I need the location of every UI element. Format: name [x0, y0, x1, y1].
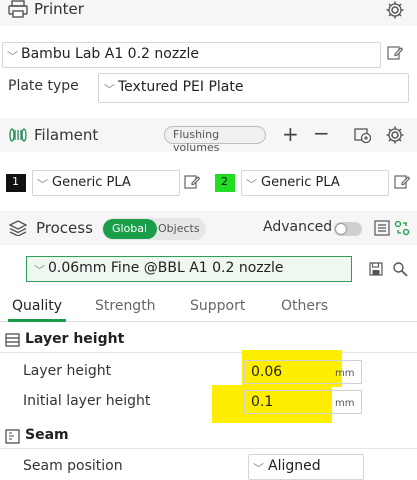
tab-support[interactable]: Support: [190, 298, 245, 314]
edit-icon[interactable]: [184, 174, 200, 190]
layer-height-value: 0.06: [251, 364, 283, 380]
filament-title: Filament: [34, 126, 99, 144]
toggle-global[interactable]: Global: [103, 219, 157, 239]
process-preset-select[interactable]: ﹀ 0.06mm Fine @BBL A1 0.2 nozzle: [26, 256, 352, 282]
layer-height-group-title: Layer height: [25, 331, 125, 347]
chevron-down-icon: ﹀: [37, 178, 48, 191]
chevron-down-icon: ﹀: [104, 83, 115, 96]
save-icon[interactable]: [369, 262, 383, 276]
filament-header: Filament Flushing volumes + −: [0, 118, 417, 154]
seam-group-title: Seam: [25, 427, 69, 443]
list-icon[interactable]: [374, 220, 390, 236]
printer-select-value: Bambu Lab A1 0.2 nozzle: [21, 46, 200, 62]
initial-layer-height-value: 0.1: [251, 394, 274, 410]
process-title: Process: [36, 219, 93, 237]
divider: [0, 352, 417, 353]
layer-height-input[interactable]: 0.06 mm: [244, 360, 362, 384]
process-tabs: Quality Strength Support Others: [0, 292, 417, 322]
printer-icon: [8, 0, 28, 18]
printer-title: Printer: [34, 0, 84, 18]
flushing-volumes-button[interactable]: Flushing volumes: [164, 126, 266, 154]
edit-icon[interactable]: [387, 45, 403, 61]
plate-type-select[interactable]: ﹀ Textured PEI Plate: [98, 73, 409, 103]
plate-type-value: Textured PEI Plate: [118, 79, 244, 95]
layer-height-unit: mm: [335, 368, 355, 379]
seam-position-select[interactable]: ﹀ Aligned: [248, 454, 364, 480]
process-preset-value: 0.06mm Fine @BBL A1 0.2 nozzle: [48, 260, 284, 276]
filament-icon: [9, 128, 27, 142]
tab-strength[interactable]: Strength: [95, 298, 156, 314]
edit-icon[interactable]: [394, 174, 410, 190]
filament-slot-1-swatch[interactable]: 1: [6, 174, 26, 192]
filament-slot-1-select[interactable]: ﹀ Generic PLA: [32, 170, 180, 196]
sync-icon[interactable]: [354, 126, 372, 144]
chevron-down-icon: ﹀: [7, 50, 18, 63]
filament-slot-2-swatch[interactable]: 2: [215, 174, 235, 192]
plate-type-label: Plate type: [8, 78, 79, 94]
gear-icon[interactable]: [385, 125, 405, 145]
process-icon: [9, 220, 27, 236]
compare-icon[interactable]: [394, 220, 410, 236]
initial-layer-height-label: Initial layer height: [23, 393, 151, 409]
filament-slot-2-select[interactable]: ﹀ Generic PLA: [241, 170, 389, 196]
search-icon[interactable]: [392, 261, 408, 277]
minus-icon[interactable]: −: [313, 121, 330, 145]
chevron-down-icon: ﹀: [34, 264, 45, 277]
process-header: Process Global Objects Advanced: [0, 211, 417, 245]
advanced-toggle-knob: [335, 223, 347, 235]
chevron-down-icon: ﹀: [253, 462, 264, 475]
filament-slot-2-index: 2: [221, 175, 228, 188]
flushing-volumes-label: Flushing volumes: [173, 128, 220, 154]
seam-icon: [5, 429, 20, 444]
printer-header: Printer: [0, 0, 417, 26]
tab-quality[interactable]: Quality: [12, 298, 62, 314]
filament-slot-1-index: 1: [12, 175, 19, 188]
global-objects-toggle[interactable]: Global Objects: [102, 218, 206, 240]
divider: [0, 448, 417, 449]
advanced-toggle[interactable]: [334, 222, 362, 236]
active-tab-underline: [8, 319, 66, 322]
tab-others[interactable]: Others: [281, 298, 328, 314]
toggle-global-label: Global: [112, 222, 148, 235]
initial-layer-height-input[interactable]: 0.1 mm: [244, 390, 362, 414]
filament-slot-1-name: Generic PLA: [52, 175, 131, 190]
chevron-down-icon: ﹀: [246, 178, 257, 191]
printer-select[interactable]: ﹀ Bambu Lab A1 0.2 nozzle: [2, 42, 381, 68]
toggle-objects-label[interactable]: Objects: [158, 222, 200, 235]
layers-icon: [5, 333, 20, 347]
advanced-label: Advanced: [263, 219, 333, 235]
plus-icon[interactable]: +: [282, 122, 299, 146]
gear-icon[interactable]: [385, 0, 405, 20]
filament-slot-2-name: Generic PLA: [261, 175, 340, 190]
initial-layer-height-unit: mm: [335, 398, 355, 409]
layer-height-label: Layer height: [23, 363, 112, 379]
